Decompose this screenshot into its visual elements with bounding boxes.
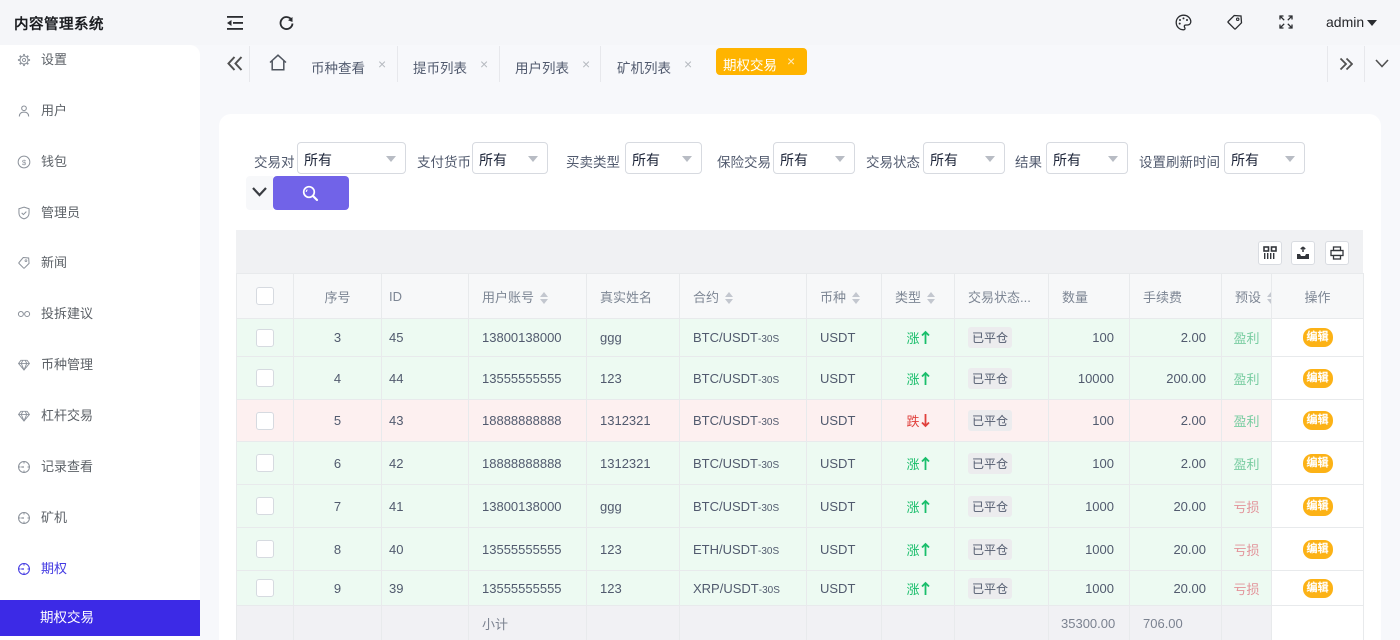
svg-text:$: $ xyxy=(22,158,27,167)
